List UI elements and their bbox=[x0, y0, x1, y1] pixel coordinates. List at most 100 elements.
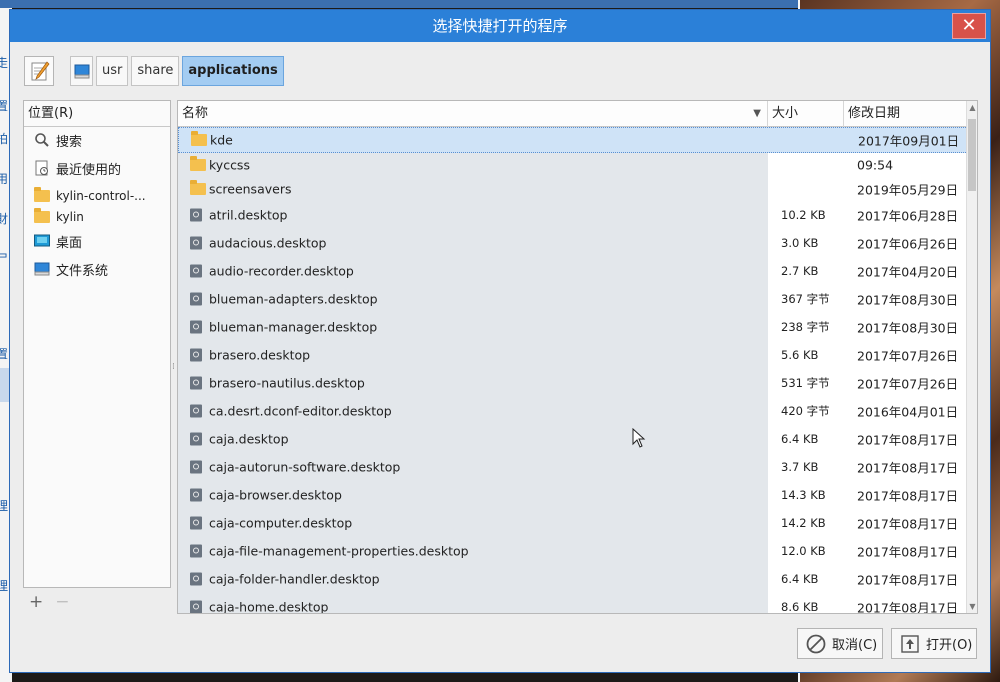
desktop-file-icon bbox=[190, 460, 202, 474]
edit-location-button[interactable] bbox=[24, 56, 54, 86]
sidebar-item-kylin[interactable]: kylin bbox=[34, 206, 84, 228]
file-row[interactable]: brasero.desktop 5.6 KB 2017年07月26日 bbox=[178, 341, 968, 369]
background-text: 置 bbox=[0, 347, 9, 361]
desktop-file-icon bbox=[190, 488, 202, 502]
file-size: 8.6 KB bbox=[781, 600, 819, 614]
file-row[interactable]: blueman-manager.desktop 238 字节 2017年08月30日 bbox=[178, 313, 968, 341]
file-row[interactable]: caja-home.desktop 8.6 KB 2017年08月17日 bbox=[178, 593, 968, 614]
title-bar[interactable]: 选择快捷打开的程序 ✕ bbox=[10, 10, 990, 42]
file-modified-date: 2017年08月17日 bbox=[857, 544, 959, 560]
background-text: 用 bbox=[0, 172, 9, 186]
folder-row[interactable]: kyccss 09:54 bbox=[178, 153, 968, 177]
places-sidebar: 位置(R) 搜索 最近使用的 kylin-control-... kylin 桌… bbox=[23, 100, 171, 588]
file-modified-date: 2017年08月17日 bbox=[857, 600, 959, 614]
scroll-down-icon[interactable]: ▼ bbox=[967, 602, 977, 611]
add-bookmark-button[interactable]: + bbox=[29, 592, 43, 612]
file-row[interactable]: ca.desrt.dconf-editor.desktop 420 字节 2016年… bbox=[178, 397, 968, 425]
column-header-modified[interactable]: 修改日期 bbox=[844, 101, 968, 127]
file-modified-date: 2017年08月17日 bbox=[857, 516, 959, 532]
breadcrumb-usr[interactable]: usr bbox=[96, 56, 129, 86]
file-name: screensavers bbox=[209, 181, 292, 197]
dialog-title: 选择快捷打开的程序 bbox=[432, 17, 568, 35]
breadcrumb-share[interactable]: share bbox=[131, 56, 180, 86]
file-row[interactable]: audio-recorder.desktop 2.7 KB 2017年04月20日 bbox=[178, 257, 968, 285]
file-modified-date: 2017年06月28日 bbox=[857, 208, 959, 224]
file-name: caja-browser.desktop bbox=[209, 487, 342, 503]
background-text: 置 bbox=[0, 99, 9, 113]
desktop-file-icon bbox=[190, 264, 202, 278]
cancel-button[interactable]: 取消(C) bbox=[797, 628, 883, 659]
file-size: 5.6 KB bbox=[781, 348, 819, 362]
file-name: caja-file-management-properties.desktop bbox=[209, 543, 469, 559]
pane-splitter[interactable]: ⁞ bbox=[172, 362, 175, 372]
file-size: 10.2 KB bbox=[781, 208, 826, 222]
file-row[interactable]: atril.desktop 10.2 KB 2017年06月28日 bbox=[178, 201, 968, 229]
file-name: atril.desktop bbox=[209, 207, 288, 223]
open-with-dialog: 选择快捷打开的程序 ✕ usr share applications 位置(R)… bbox=[9, 9, 991, 673]
sidebar-item-recent[interactable]: 最近使用的 bbox=[34, 157, 121, 179]
file-name: caja-computer.desktop bbox=[209, 515, 353, 531]
file-name: blueman-adapters.desktop bbox=[209, 291, 378, 307]
file-modified-date: 09:54 bbox=[857, 157, 894, 173]
file-name: brasero-nautilus.desktop bbox=[209, 375, 365, 391]
file-name: caja-autorun-software.desktop bbox=[209, 459, 401, 475]
folder-row[interactable]: screensavers 2019年05月29日 bbox=[178, 177, 968, 201]
search-icon bbox=[35, 133, 49, 147]
remove-bookmark-button[interactable]: − bbox=[55, 592, 69, 612]
file-size: 14.2 KB bbox=[781, 516, 826, 530]
file-row[interactable]: caja-folder-handler.desktop 6.4 KB 2017年08… bbox=[178, 565, 968, 593]
file-modified-date: 2017年04月20日 bbox=[857, 264, 959, 280]
sidebar-item-label: 桌面 bbox=[56, 235, 83, 251]
column-header-size[interactable]: 大小 bbox=[768, 101, 844, 127]
sidebar-item-kylin-control[interactable]: kylin-control-... bbox=[34, 185, 146, 207]
file-row[interactable]: audacious.desktop 3.0 KB 2017年06月26日 bbox=[178, 229, 968, 257]
file-modified-date: 2017年08月17日 bbox=[857, 488, 959, 504]
file-modified-date: 2017年06月26日 bbox=[857, 236, 959, 252]
file-modified-date: 2019年05月29日 bbox=[857, 182, 959, 198]
desktop-file-icon bbox=[190, 376, 202, 390]
breadcrumb-root[interactable] bbox=[70, 56, 93, 86]
desktop-file-icon bbox=[190, 516, 202, 530]
file-modified-date: 2017年07月26日 bbox=[857, 348, 959, 364]
column-header-name[interactable]: 名称 ▼ bbox=[178, 101, 768, 127]
file-row[interactable]: caja-autorun-software.desktop 3.7 KB 2017年… bbox=[178, 453, 968, 481]
file-name: audio-recorder.desktop bbox=[209, 263, 354, 279]
sidebar-item-desktop[interactable]: 桌面 bbox=[34, 230, 82, 252]
file-row[interactable]: caja.desktop 6.4 KB 2017年08月17日 bbox=[178, 425, 968, 453]
sidebar-item-search[interactable]: 搜索 bbox=[34, 129, 82, 151]
folder-row[interactable]: kde 2017年09月01日 bbox=[178, 127, 968, 153]
open-icon bbox=[901, 634, 919, 653]
file-size: 367 字节 bbox=[781, 292, 830, 306]
open-button-label: 打开(O) bbox=[926, 638, 973, 653]
open-button[interactable]: 打开(O) bbox=[891, 628, 977, 659]
desktop-file-icon bbox=[190, 292, 202, 306]
file-size: 12.0 KB bbox=[781, 544, 826, 558]
file-modified-date: 2016年04月01日 bbox=[857, 404, 959, 420]
desktop-file-icon bbox=[190, 348, 202, 362]
breadcrumb-applications[interactable]: applications bbox=[182, 56, 284, 86]
file-size: 238 字节 bbox=[781, 320, 830, 334]
desktop-file-icon bbox=[190, 320, 202, 334]
drive-icon bbox=[74, 64, 90, 79]
scrollbar-thumb[interactable] bbox=[968, 119, 976, 191]
cancel-button-label: 取消(C) bbox=[832, 638, 878, 653]
file-row[interactable]: blueman-adapters.desktop 367 字节 2017年08月30… bbox=[178, 285, 968, 313]
close-button[interactable]: ✕ bbox=[952, 13, 986, 39]
file-row[interactable]: caja-file-management-properties.desktop 1… bbox=[178, 537, 968, 565]
folder-icon bbox=[190, 156, 206, 171]
sidebar-item-filesystem[interactable]: 文件系统 bbox=[34, 258, 108, 280]
file-size: 3.0 KB bbox=[781, 236, 819, 250]
vertical-scrollbar[interactable]: ▲ ▼ bbox=[966, 101, 977, 613]
file-modified-date: 2017年08月30日 bbox=[857, 292, 959, 308]
file-row[interactable]: brasero-nautilus.desktop 531 字节 2017年07月26… bbox=[178, 369, 968, 397]
file-size: 6.4 KB bbox=[781, 572, 819, 586]
file-row[interactable]: caja-browser.desktop 14.3 KB 2017年08月17日 bbox=[178, 481, 968, 509]
background-text: 理 bbox=[0, 499, 9, 513]
scroll-up-icon[interactable]: ▲ bbox=[967, 103, 977, 112]
file-row[interactable]: caja-computer.desktop 14.2 KB 2017年08月17日 bbox=[178, 509, 968, 537]
sidebar-item-label: kylin-control-... bbox=[56, 189, 146, 203]
file-name: ca.desrt.dconf-editor.desktop bbox=[209, 403, 392, 419]
sidebar-item-label: 文件系统 bbox=[56, 263, 109, 279]
file-name: kyccss bbox=[209, 157, 250, 173]
desktop-file-icon bbox=[190, 208, 202, 222]
